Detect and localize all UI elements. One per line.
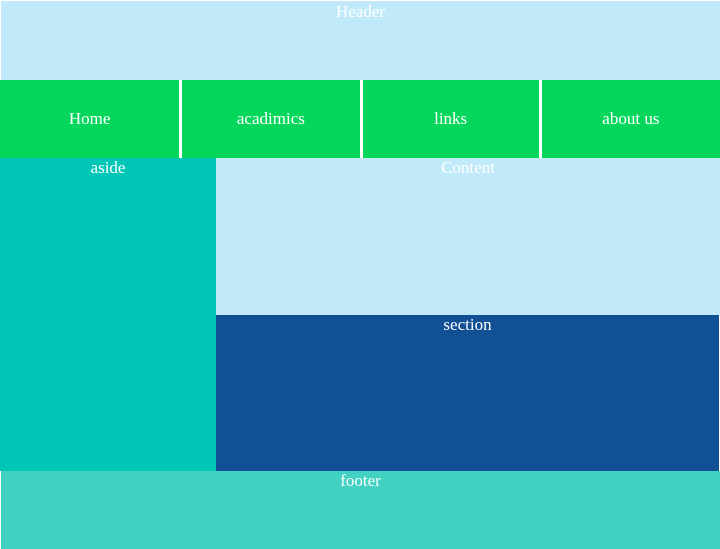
header-label: Header [335,2,386,21]
section-label: section [443,315,492,334]
nav-bar: Home acadimics links about us [0,80,720,158]
nav-item-about-us[interactable]: about us [538,80,720,158]
footer-label: footer [340,471,381,490]
aside-panel: aside [0,158,216,471]
nav-item-links[interactable]: links [359,80,539,158]
section-panel: section [216,315,719,471]
nav-item-acadimics[interactable]: acadimics [179,80,360,158]
nav-item-label: acadimics [236,109,305,128]
page: Header Home acadimics links about us asi… [0,0,720,549]
nav-item-label: about us [602,109,660,128]
content-label: Content [441,158,495,177]
nav-item-home[interactable]: Home [0,80,180,158]
content-panel: Content [216,158,720,315]
nav-item-label: Home [68,109,111,128]
nav-item-label: links [434,109,468,128]
footer: footer [1,471,720,549]
header: Header [1,1,720,80]
aside-label: aside [90,158,126,177]
